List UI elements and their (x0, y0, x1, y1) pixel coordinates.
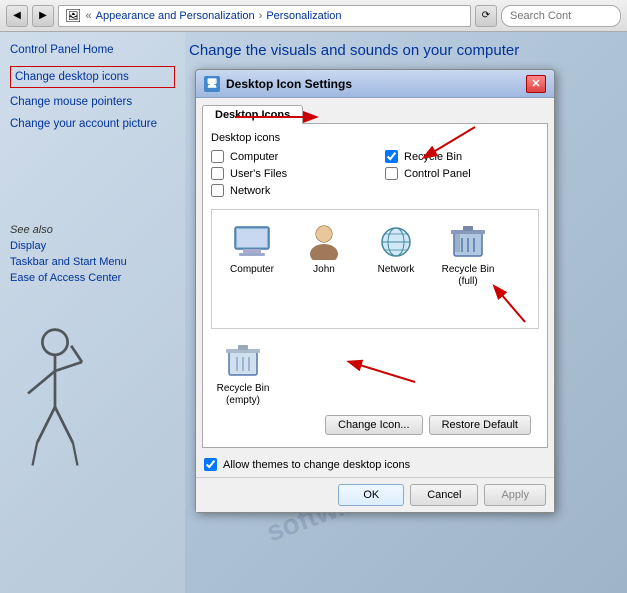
content-area: Change the visuals and sounds on your co… (185, 32, 627, 593)
breadcrumb-personalization[interactable]: Personalization (266, 10, 341, 22)
recycle-full-icon-visual (448, 222, 488, 262)
icons-grid: Computer John Network (211, 209, 539, 329)
sidebar-change-mouse-pointers[interactable]: Change mouse pointers (10, 94, 175, 110)
dialog-change-restore-row: Change Icon... Restore Default (211, 411, 539, 439)
sidebar-change-account-picture[interactable]: Change your account picture (10, 116, 175, 132)
icon-recycle-empty[interactable]: Recycle Bin (empty) (211, 337, 275, 411)
cancel-button[interactable]: Cancel (410, 484, 478, 506)
address-bar: ◀ ▶ 🖼 « Appearance and Personalization ›… (0, 0, 627, 32)
desktop-icon-settings-dialog: 🖥 Desktop Icon Settings ✕ Desktop Icons … (195, 69, 555, 513)
see-also-display[interactable]: Display (10, 240, 175, 252)
computer-icon-label: Computer (230, 264, 274, 276)
recycle-full-icon-label: Recycle Bin (full) (442, 264, 495, 288)
dialog-icon: 🖥 (204, 76, 220, 92)
see-also-label: See also (10, 224, 53, 236)
checkbox-computer-input[interactable] (211, 150, 224, 163)
checkbox-network-label: Network (230, 185, 270, 197)
computer-icon-visual (232, 222, 272, 262)
icon-john[interactable]: John (292, 218, 356, 320)
sidebar: Control Panel Home Change desktop icons … (0, 32, 185, 593)
checkbox-computer-label: Computer (230, 151, 278, 163)
john-icon-visual (304, 222, 344, 262)
checkbox-computer: Computer (211, 150, 365, 163)
dialog-footer: OK Cancel Apply (196, 477, 554, 512)
checkbox-network: Network (211, 184, 365, 197)
see-also-ease-of-access[interactable]: Ease of Access Center (10, 272, 175, 284)
change-restore-buttons: Change Icon... Restore Default (325, 415, 531, 435)
dialog-close-button[interactable]: ✕ (526, 75, 546, 93)
section-desktop-icons: Desktop icons (211, 132, 539, 144)
dialog-content: Desktop icons Computer User's Files (202, 123, 548, 448)
allow-themes-row: Allow themes to change desktop icons (196, 454, 554, 477)
checkbox-control-panel-label: Control Panel (404, 168, 471, 180)
checkbox-users-files: User's Files (211, 167, 365, 180)
sidebar-change-desktop-icons[interactable]: Change desktop icons (10, 66, 175, 88)
control-panel-home-link[interactable]: Control Panel Home (10, 44, 175, 56)
checkbox-users-files-label: User's Files (230, 168, 287, 180)
icon-recycle-full[interactable]: Recycle Bin (full) (436, 218, 500, 320)
change-icon-button[interactable]: Change Icon... (325, 415, 423, 435)
restore-default-button[interactable]: Restore Default (429, 415, 531, 435)
dialog-tabs: Desktop Icons (196, 98, 554, 123)
search-input[interactable] (501, 5, 621, 27)
checkbox-users-files-input[interactable] (211, 167, 224, 180)
checkbox-control-panel: Control Panel (385, 167, 539, 180)
see-also-taskbar[interactable]: Taskbar and Start Menu (10, 256, 175, 268)
recycle-empty-icon-label: Recycle Bin (empty) (217, 383, 270, 407)
john-icon-label: John (313, 264, 335, 276)
checkbox-recycle-bin-input[interactable] (385, 150, 398, 163)
recycle-empty-icon-visual (223, 341, 263, 381)
allow-themes-checkbox[interactable] (204, 458, 217, 471)
page-title: Change the visuals and sounds on your co… (185, 42, 617, 59)
breadcrumb: 🖼 « Appearance and Personalization › Per… (58, 5, 471, 27)
dialog-title-text: Desktop Icon Settings (226, 77, 352, 91)
tab-desktop-icons[interactable]: Desktop Icons (202, 105, 303, 124)
back-button[interactable]: ◀ (6, 5, 28, 27)
apply-button[interactable]: Apply (484, 484, 546, 506)
breadcrumb-appearance[interactable]: Appearance and Personalization (96, 10, 255, 22)
icon-network[interactable]: Network (364, 218, 428, 320)
checkbox-recycle-bin-label: Recycle Bin (404, 151, 462, 163)
dialog-titlebar: 🖥 Desktop Icon Settings ✕ (196, 70, 554, 98)
network-icon-visual (376, 222, 416, 262)
icon-computer[interactable]: Computer (220, 218, 284, 320)
network-icon-label: Network (378, 264, 415, 276)
checkbox-network-input[interactable] (211, 184, 224, 197)
forward-button[interactable]: ▶ (32, 5, 54, 27)
refresh-button[interactable]: ⟳ (475, 5, 497, 27)
checkbox-recycle-bin: Recycle Bin (385, 150, 539, 163)
allow-themes-label: Allow themes to change desktop icons (223, 459, 410, 471)
ok-button[interactable]: OK (338, 484, 404, 506)
stickman-decoration (10, 323, 100, 473)
main-area: Control Panel Home Change desktop icons … (0, 32, 627, 593)
checkbox-control-panel-input[interactable] (385, 167, 398, 180)
